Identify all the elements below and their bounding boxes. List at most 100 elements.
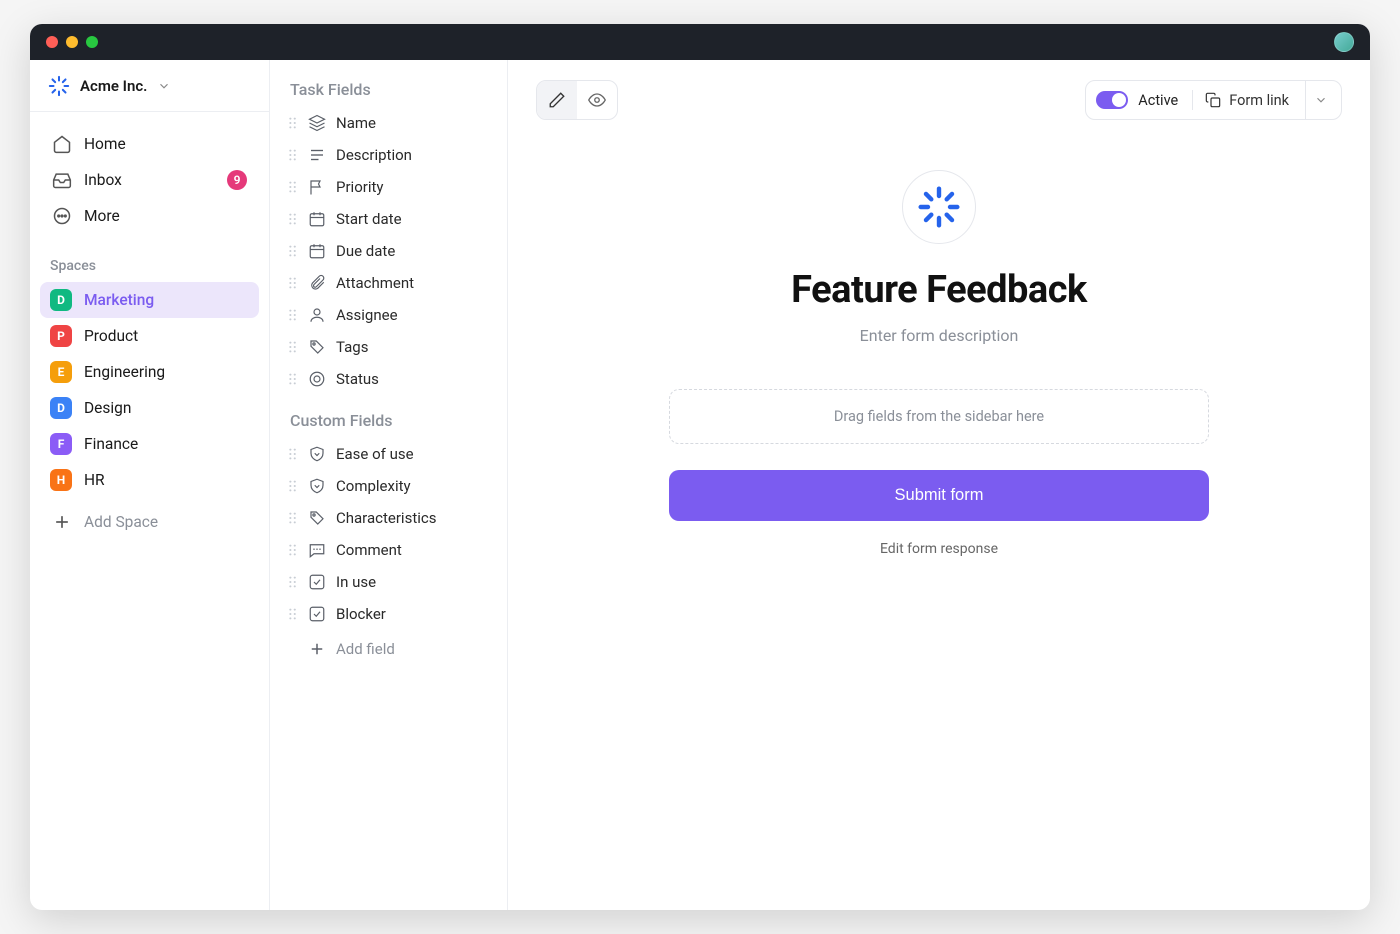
grip-icon[interactable]	[288, 148, 298, 162]
nav-label: Inbox	[84, 171, 122, 189]
space-item[interactable]: HHR	[40, 462, 259, 498]
field-row[interactable]: Attachment	[278, 267, 499, 299]
custom-fields-heading: Custom Fields	[278, 411, 499, 438]
form-link-button[interactable]: Form link	[1193, 81, 1301, 119]
field-row[interactable]: Ease of use	[278, 438, 499, 470]
submit-button[interactable]: Submit form	[669, 470, 1209, 521]
target-icon	[308, 370, 326, 388]
calendar-icon	[308, 210, 326, 228]
grip-icon[interactable]	[288, 607, 298, 621]
check-square-icon	[308, 573, 326, 591]
shield-down-icon	[308, 445, 326, 463]
space-item[interactable]: FFinance	[40, 426, 259, 462]
field-label: Priority	[336, 178, 383, 196]
window-controls	[46, 36, 98, 48]
space-label: Finance	[84, 435, 138, 453]
field-row[interactable]: Complexity	[278, 470, 499, 502]
link-icon	[1205, 92, 1221, 108]
field-label: Tags	[336, 338, 368, 356]
shield-down-icon	[308, 477, 326, 495]
close-window-icon[interactable]	[46, 36, 58, 48]
field-row[interactable]: Blocker	[278, 598, 499, 630]
nav-home[interactable]: Home	[40, 126, 259, 162]
grip-icon[interactable]	[288, 308, 298, 322]
more-icon	[52, 206, 72, 226]
field-row[interactable]: Priority	[278, 171, 499, 203]
active-label: Active	[1138, 92, 1178, 109]
grip-icon[interactable]	[288, 116, 298, 130]
grip-icon[interactable]	[288, 575, 298, 589]
paperclip-icon	[308, 274, 326, 292]
field-row[interactable]: Characteristics	[278, 502, 499, 534]
spinner-icon	[917, 185, 961, 229]
space-item[interactable]: PProduct	[40, 318, 259, 354]
field-drop-zone[interactable]: Drag fields from the sidebar here	[669, 389, 1209, 444]
grip-icon[interactable]	[288, 511, 298, 525]
inbox-badge: 9	[227, 170, 247, 190]
space-label: Product	[84, 327, 138, 345]
form-description-input[interactable]: Enter form description	[669, 326, 1209, 345]
add-field-label: Add field	[336, 640, 395, 658]
space-item[interactable]: DDesign	[40, 390, 259, 426]
nav-inbox[interactable]: Inbox 9	[40, 162, 259, 198]
field-label: Comment	[336, 541, 402, 559]
grip-icon[interactable]	[288, 543, 298, 557]
field-row[interactable]: Start date	[278, 203, 499, 235]
grip-icon[interactable]	[288, 372, 298, 386]
mode-toggle	[536, 80, 618, 120]
layers-icon	[308, 114, 326, 132]
grip-icon[interactable]	[288, 447, 298, 461]
field-label: In use	[336, 573, 376, 591]
form-logo[interactable]	[902, 170, 976, 244]
eye-icon	[588, 91, 606, 109]
space-badge-icon: E	[50, 361, 72, 383]
grip-icon[interactable]	[288, 180, 298, 194]
field-label: Ease of use	[336, 445, 414, 463]
toolbar-more-button[interactable]	[1305, 81, 1335, 119]
user-avatar[interactable]	[1334, 32, 1354, 52]
form-toolbar: Active Form link	[1085, 80, 1342, 120]
field-row[interactable]: In use	[278, 566, 499, 598]
active-toggle[interactable]	[1096, 91, 1128, 109]
preview-mode-button[interactable]	[577, 81, 617, 119]
field-row[interactable]: Due date	[278, 235, 499, 267]
text-icon	[308, 146, 326, 164]
grip-icon[interactable]	[288, 479, 298, 493]
workspace-name: Acme Inc.	[80, 77, 147, 95]
nav-label: More	[84, 207, 120, 225]
field-row[interactable]: Assignee	[278, 299, 499, 331]
maximize-window-icon[interactable]	[86, 36, 98, 48]
minimize-window-icon[interactable]	[66, 36, 78, 48]
add-field-button[interactable]: Add field	[278, 632, 499, 666]
grip-icon[interactable]	[288, 212, 298, 226]
pencil-icon	[548, 91, 566, 109]
field-row[interactable]: Status	[278, 363, 499, 395]
grip-icon[interactable]	[288, 340, 298, 354]
space-item[interactable]: DMarketing	[40, 282, 259, 318]
grip-icon[interactable]	[288, 244, 298, 258]
add-space-label: Add Space	[84, 513, 158, 531]
add-space-button[interactable]: Add Space	[40, 504, 259, 540]
inbox-icon	[52, 170, 72, 190]
field-label: Name	[336, 114, 376, 132]
space-label: Engineering	[84, 363, 165, 381]
space-item[interactable]: E Engineering	[40, 354, 259, 390]
nav-more[interactable]: More	[40, 198, 259, 234]
form-title[interactable]: Feature Feedback	[669, 268, 1209, 312]
edit-response-link[interactable]: Edit form response	[669, 541, 1209, 557]
field-label: Blocker	[336, 605, 386, 623]
field-row[interactable]: Name	[278, 107, 499, 139]
plus-icon	[308, 640, 326, 658]
grip-icon[interactable]	[288, 276, 298, 290]
field-row[interactable]: Comment	[278, 534, 499, 566]
space-label: Design	[84, 399, 131, 417]
edit-mode-button[interactable]	[537, 81, 577, 119]
tag-icon	[308, 509, 326, 527]
workspace-switcher[interactable]: Acme Inc.	[30, 60, 269, 112]
space-list: DMarketingPProductEEngineeringDDesignFFi…	[30, 280, 269, 500]
calendar-icon	[308, 242, 326, 260]
field-row[interactable]: Tags	[278, 331, 499, 363]
space-badge-icon: D	[50, 289, 72, 311]
field-row[interactable]: Description	[278, 139, 499, 171]
flag-icon	[308, 178, 326, 196]
